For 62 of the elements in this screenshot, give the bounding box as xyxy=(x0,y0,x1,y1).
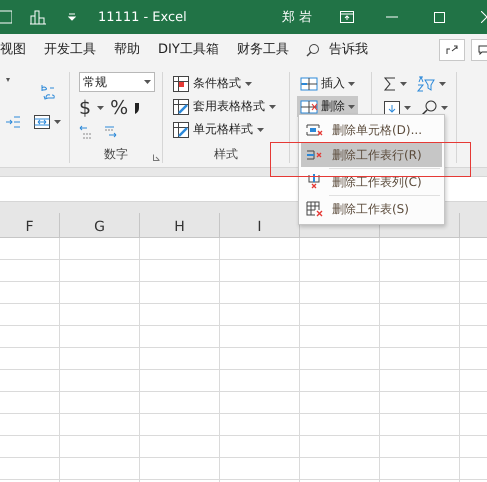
comma-style-icon[interactable] xyxy=(134,102,140,114)
increase-decimal-icon[interactable] xyxy=(79,124,93,140)
caret-icon xyxy=(400,82,407,86)
align-right-icon[interactable] xyxy=(6,116,20,128)
window-title: 11111 - Excel xyxy=(98,10,187,24)
caret-icon xyxy=(404,106,411,110)
dialog-launcher-icon[interactable] xyxy=(153,154,160,161)
caret-icon xyxy=(54,120,61,124)
caret-icon xyxy=(97,106,104,110)
comment-icon xyxy=(478,45,487,55)
currency-button[interactable]: $ xyxy=(79,97,92,119)
insert-cells-icon xyxy=(300,76,318,90)
tell-me-search[interactable]: 告诉我 xyxy=(320,40,377,60)
chart-icon[interactable] xyxy=(30,9,46,25)
insert-button[interactable]: 插入 xyxy=(297,73,358,94)
search-icon[interactable] xyxy=(421,100,437,116)
caret-icon xyxy=(439,82,446,86)
search-icon xyxy=(306,43,320,57)
number-format-dropdown[interactable]: 常规 xyxy=(79,72,155,92)
share-icon xyxy=(446,45,458,55)
maximize-icon[interactable] xyxy=(434,12,445,22)
caret-icon xyxy=(245,82,252,86)
decrease-decimal-icon[interactable] xyxy=(103,124,117,140)
menu-tab[interactable]: 视图 xyxy=(0,40,35,60)
caret-icon xyxy=(348,104,355,108)
caret-icon xyxy=(348,82,355,86)
fill-icon[interactable] xyxy=(384,101,400,115)
group-label: 样式 xyxy=(213,146,239,163)
delete-cells-icon xyxy=(306,122,324,138)
table-style-icon xyxy=(173,98,189,114)
sum-icon[interactable] xyxy=(384,77,396,91)
menu-tab[interactable]: 帮助 xyxy=(105,40,149,60)
merge-center-icon[interactable] xyxy=(34,115,50,129)
caret-icon xyxy=(269,104,276,108)
close-icon[interactable] xyxy=(481,11,487,23)
conditional-format-icon xyxy=(173,76,189,92)
menu-tab[interactable]: DIY工具箱 xyxy=(149,40,228,60)
sort-filter-icon[interactable] xyxy=(417,76,435,92)
group-label: 数字 xyxy=(103,146,129,163)
share-button[interactable] xyxy=(439,39,465,61)
table-style-icon xyxy=(173,122,189,138)
delete-sheet-icon xyxy=(306,201,324,217)
style-menu-button[interactable]: 条件格式 xyxy=(193,73,241,94)
user-name[interactable]: 郑 岩 xyxy=(282,8,312,26)
customize-toolbar-icon[interactable] xyxy=(68,13,76,21)
minimize-icon[interactable] xyxy=(386,16,398,18)
percent-button[interactable]: % xyxy=(110,97,128,119)
menu-item[interactable]: 删除工作表行(R) xyxy=(301,143,442,167)
caret-icon xyxy=(441,106,448,110)
ribbon-display-icon[interactable] xyxy=(340,11,354,23)
menu-item[interactable]: 删除单元格(D)... xyxy=(301,118,442,142)
column-header: H xyxy=(140,213,220,237)
style-menu-button[interactable]: 单元格样式 xyxy=(193,119,253,140)
menu-tab[interactable]: 开发工具 xyxy=(35,40,105,60)
style-menu-button[interactable]: 套用表格格式 xyxy=(193,96,265,117)
column-header: F xyxy=(0,213,60,237)
column-header: G xyxy=(60,213,140,237)
caret-icon xyxy=(257,128,264,132)
menu-tab[interactable]: 财务工具 xyxy=(228,40,298,60)
caret-icon xyxy=(144,80,151,84)
caret-icon xyxy=(6,78,10,82)
menu-item[interactable]: 删除工作表(S) xyxy=(301,197,442,221)
